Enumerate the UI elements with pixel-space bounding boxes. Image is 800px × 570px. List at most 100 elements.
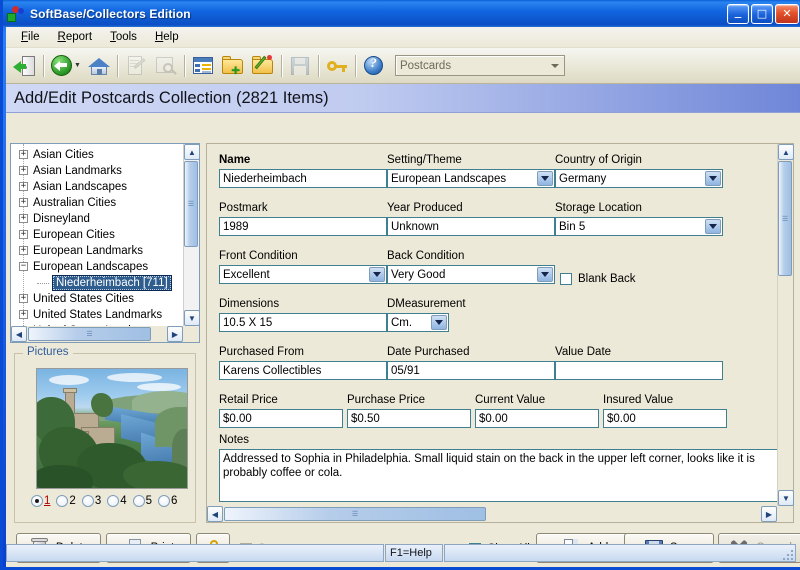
picture-radio-4[interactable]: 4 (107, 495, 127, 507)
scroll-up-icon[interactable]: ▲ (778, 144, 794, 160)
chevron-down-icon[interactable] (431, 315, 447, 330)
storage-location-label: Storage Location (555, 202, 642, 214)
menu-bar: File Report Tools Help (6, 27, 800, 48)
window-controls: _ □ ✕ (727, 3, 799, 24)
picture-selector[interactable]: 1 2 3 4 5 6 (31, 495, 181, 507)
retail-price-input[interactable]: $0.00 (219, 409, 343, 428)
detail-vertical-scrollbar[interactable]: ▲ ☰ ▼ (777, 144, 794, 506)
picture-radio-3[interactable]: 3 (81, 495, 101, 507)
tree-item-label: Asian Cities (33, 149, 94, 161)
scroll-up-icon[interactable]: ▲ (184, 144, 200, 160)
tree-item-label: United States Landmarks (33, 309, 163, 321)
postcard-image[interactable] (36, 368, 188, 489)
chevron-down-icon[interactable] (537, 267, 553, 282)
tree-horizontal-scrollbar[interactable]: ◀ ☰ ▶ (11, 326, 183, 342)
scroll-right-icon[interactable]: ▶ (761, 506, 777, 522)
tree-item[interactable]: + European Cities (11, 227, 183, 243)
expander-icon[interactable]: + (19, 230, 28, 239)
tree-item[interactable]: + United States Cities (11, 291, 183, 307)
detail-hscroll-thumb[interactable]: ☰ (224, 507, 486, 521)
blank-back-checkbox[interactable]: Blank Back (560, 273, 636, 285)
back-icon[interactable] (47, 51, 77, 81)
key-icon[interactable] (322, 51, 352, 81)
expander-icon[interactable]: + (19, 246, 28, 255)
scroll-left-icon[interactable]: ◀ (11, 326, 27, 342)
scroll-left-icon[interactable]: ◀ (207, 506, 223, 522)
tree-item[interactable]: + United States Landmarks (11, 307, 183, 323)
notes-textarea[interactable]: Addressed to Sophia in Philadelphia. Sma… (219, 449, 777, 502)
tree-item[interactable]: + Asian Cities (11, 147, 183, 163)
tree-hscroll-thumb[interactable]: ☰ (28, 327, 151, 341)
home-icon[interactable] (84, 51, 114, 81)
name-label: Name (219, 154, 251, 166)
insured-value-input[interactable]: $0.00 (603, 409, 727, 428)
expander-icon[interactable]: + (19, 198, 28, 207)
picture-radio-6[interactable]: 6 (158, 495, 177, 507)
edit-folder-icon[interactable] (248, 51, 278, 81)
chevron-down-icon[interactable] (369, 267, 385, 282)
country-of-origin-select[interactable]: Germany (555, 169, 723, 188)
picture-radio-5[interactable]: 5 (132, 495, 152, 507)
body-area: + Asian Cities + Asian Landmarks + Asian La… (6, 141, 800, 531)
expander-icon[interactable]: + (19, 214, 28, 223)
expander-icon[interactable]: + (19, 294, 28, 303)
menu-help[interactable]: Help (146, 28, 188, 46)
tree-item[interactable]: + Australian Cities (11, 195, 183, 211)
resize-grip-icon[interactable] (779, 546, 793, 560)
scroll-right-icon[interactable]: ▶ (167, 326, 183, 342)
dmeasurement-select[interactable]: Cm. (387, 313, 449, 332)
menu-report[interactable]: Report (49, 28, 102, 46)
storage-location-select[interactable]: Bin 5 (555, 217, 723, 236)
expander-icon[interactable]: + (19, 166, 28, 175)
picture-radio-2[interactable]: 2 (56, 495, 76, 507)
scroll-down-icon[interactable]: ▼ (184, 310, 200, 326)
tree-item-european-landscapes[interactable]: − European Landscapes (11, 259, 183, 275)
name-input[interactable]: Niederheimbach (219, 169, 387, 188)
chevron-down-icon[interactable] (705, 171, 721, 186)
purchase-price-input[interactable]: $0.50 (347, 409, 471, 428)
back-condition-select[interactable]: Very Good (387, 265, 555, 284)
collapse-icon[interactable]: − (19, 262, 28, 271)
tree-vscroll-thumb[interactable]: ☰ (184, 161, 198, 247)
toolbar-separator (280, 54, 282, 77)
collection-select[interactable]: Postcards (394, 55, 565, 76)
current-value-input[interactable]: $0.00 (475, 409, 599, 428)
front-condition-select[interactable]: Excellent (219, 265, 387, 284)
tree-item[interactable]: + Asian Landscapes (11, 179, 183, 195)
maximize-button[interactable]: □ (751, 3, 773, 24)
picture-radio-1[interactable]: 1 (31, 495, 50, 507)
status-bar: F1=Help (6, 543, 800, 563)
year-produced-input[interactable]: Unknown (387, 217, 555, 236)
tree-vertical-scrollbar[interactable]: ▲ ☰ ▼ (183, 144, 200, 326)
detail-horizontal-scrollbar[interactable]: ◀ ☰ ▶ (207, 506, 777, 522)
expander-icon[interactable]: + (19, 150, 28, 159)
date-purchased-input[interactable]: 05/91 (387, 361, 555, 380)
category-tree[interactable]: + Asian Cities + Asian Landmarks + Asian La… (11, 144, 183, 326)
value-date-input[interactable] (555, 361, 723, 380)
list-view-icon[interactable] (188, 51, 218, 81)
expander-icon[interactable]: + (19, 182, 28, 191)
tree-item[interactable]: + Asian Landmarks (11, 163, 183, 179)
dimensions-input[interactable]: 10.5 X 15 (219, 313, 387, 332)
menu-tools[interactable]: Tools (101, 28, 146, 46)
expander-icon[interactable]: + (19, 310, 28, 319)
exit-icon[interactable] (10, 51, 40, 81)
purchased-from-input[interactable]: Karens Collectibles (219, 361, 387, 380)
detail-vscroll-thumb[interactable]: ☰ (778, 161, 792, 276)
close-button[interactable]: ✕ (775, 3, 799, 24)
minimize-button[interactable]: _ (727, 3, 749, 24)
setting-theme-select[interactable]: European Landscapes (387, 169, 555, 188)
tree-item[interactable]: + Disneyland (11, 211, 183, 227)
checkbox-icon[interactable] (560, 273, 572, 285)
new-folder-icon[interactable]: + (218, 51, 248, 81)
save-icon (285, 51, 315, 81)
menu-file[interactable]: File (12, 28, 49, 46)
help-icon[interactable]: ? (359, 51, 389, 81)
tree-item[interactable]: + European Landmarks (11, 243, 183, 259)
chevron-down-icon[interactable] (705, 219, 721, 234)
chevron-down-icon[interactable] (537, 171, 553, 186)
value-date-label: Value Date (555, 346, 612, 358)
postmark-input[interactable]: 1989 (219, 217, 387, 236)
tree-item-selected[interactable]: Niederheimbach [711] (11, 275, 183, 291)
scroll-down-icon[interactable]: ▼ (778, 490, 794, 506)
